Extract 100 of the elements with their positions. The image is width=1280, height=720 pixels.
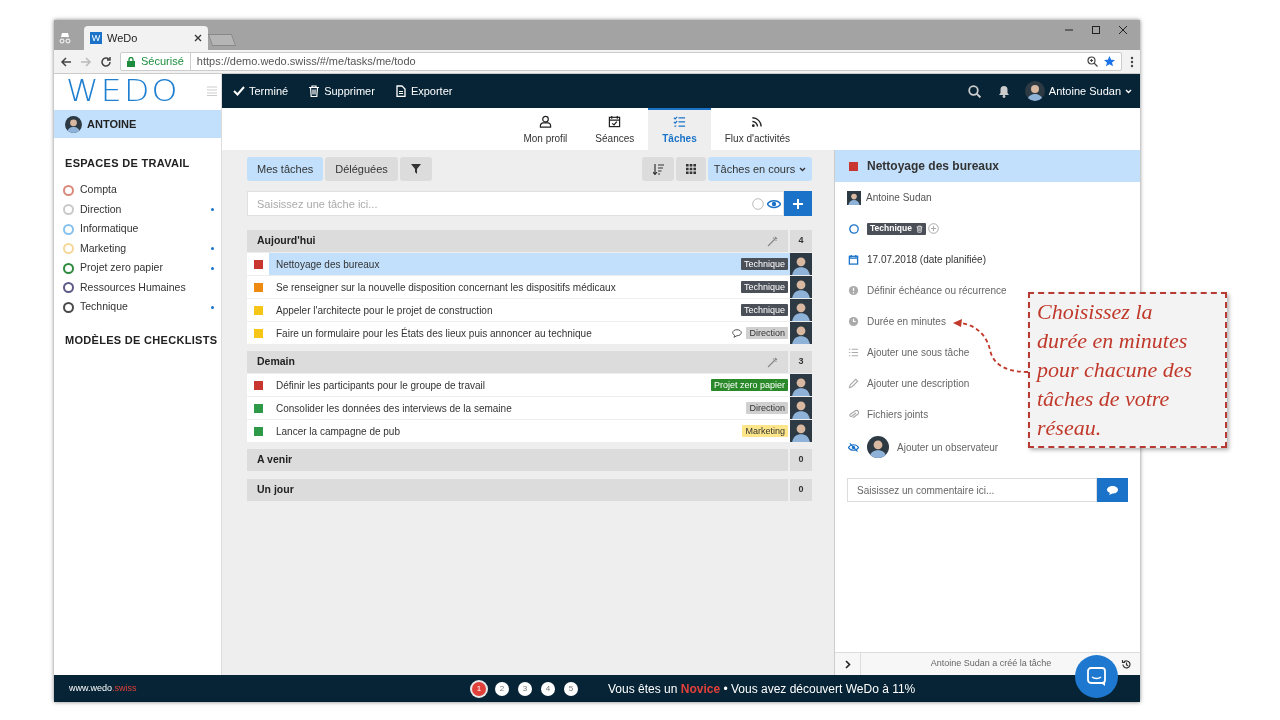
progress-message: Vous êtes un Novice • Vous avez découvert WeDo à 11% bbox=[608, 680, 916, 698]
bell-icon[interactable] bbox=[997, 84, 1010, 98]
group-header[interactable]: A venir bbox=[247, 449, 788, 471]
task-title: Nettoyage des bureaux bbox=[867, 158, 1000, 175]
task-row[interactable]: Nettoyage des bureaux Technique bbox=[269, 253, 790, 275]
task-title: Faire un formulaire pour les États des lieux puis annoncer au technique bbox=[276, 326, 592, 341]
tag: Technique bbox=[740, 304, 788, 316]
paperclip-icon bbox=[848, 409, 859, 420]
workspace-link[interactable]: Technique bbox=[80, 299, 128, 316]
workspace-link[interactable]: Marketing bbox=[80, 240, 127, 257]
wand-icon[interactable] bbox=[767, 356, 778, 368]
group-count: 4 bbox=[790, 230, 812, 252]
tab-title: WeDo bbox=[107, 30, 139, 46]
trash-icon[interactable] bbox=[915, 224, 923, 233]
filter-tab[interactable]: Déléguées bbox=[325, 157, 398, 181]
close-icon[interactable] bbox=[194, 34, 202, 42]
lock-icon bbox=[127, 56, 135, 67]
step-indicator: 2 bbox=[495, 681, 509, 696]
group-header[interactable]: Un jour bbox=[247, 479, 788, 501]
avatar bbox=[790, 253, 812, 275]
section-title: MODÈLES DE CHECKLISTS bbox=[65, 333, 219, 348]
zoom-icon[interactable] bbox=[1087, 56, 1098, 67]
calendar-icon bbox=[608, 115, 622, 128]
group-count: 0 bbox=[790, 479, 812, 501]
add-button[interactable] bbox=[784, 191, 812, 216]
nav-tab[interactable]: Séances bbox=[581, 108, 649, 150]
workspace-link[interactable]: Informatique bbox=[80, 221, 139, 238]
user-icon bbox=[538, 115, 552, 128]
task-title: Lancer la campagne de pub bbox=[276, 424, 400, 439]
circle-icon[interactable] bbox=[849, 223, 859, 234]
back-icon[interactable] bbox=[60, 55, 72, 68]
priority-square[interactable] bbox=[253, 380, 263, 390]
chevron-down-icon bbox=[1125, 88, 1132, 94]
toolbar-button[interactable]: Exporter bbox=[394, 82, 453, 100]
priority-square[interactable] bbox=[253, 426, 263, 436]
assignee-name: Antoine Sudan bbox=[866, 191, 932, 205]
step-indicator: 1 bbox=[472, 681, 486, 696]
tag: Marketing bbox=[742, 425, 788, 437]
history-icon[interactable] bbox=[1121, 658, 1132, 670]
workspace-link[interactable]: Projet zero papier bbox=[80, 260, 163, 277]
detail-field[interactable]: 17.07.2018 (date planifiée) bbox=[835, 244, 1140, 275]
toolbar-button[interactable]: Supprimer bbox=[308, 82, 375, 100]
favicon: W bbox=[90, 32, 102, 44]
group-count: 3 bbox=[790, 351, 812, 373]
reload-icon[interactable] bbox=[100, 55, 112, 68]
avatar bbox=[65, 115, 82, 133]
site-link[interactable]: www.wedo.swiss bbox=[69, 681, 137, 696]
user-menu[interactable]: Antoine Sudan bbox=[1024, 81, 1132, 101]
new-task-field[interactable]: Saisissez une tâche ici... bbox=[247, 191, 784, 216]
workspace-link[interactable]: Direction bbox=[80, 201, 122, 218]
task-title: Appeler l'architecte pour le projet de construction bbox=[276, 303, 493, 318]
status-dropdown[interactable]: Tâches en cours bbox=[708, 157, 812, 181]
close-icon[interactable] bbox=[1118, 25, 1128, 35]
priority-square[interactable] bbox=[253, 282, 263, 292]
tag: Projet zero papier bbox=[710, 379, 788, 391]
calendar-icon bbox=[848, 254, 859, 265]
filter-tab[interactable]: Mes tâches bbox=[247, 157, 324, 181]
task-title: Définir les participants pour le groupe de travail bbox=[276, 378, 485, 393]
alert-icon bbox=[848, 285, 859, 296]
workspace-link[interactable]: Ressources Humaines bbox=[80, 279, 186, 296]
priority-square[interactable] bbox=[253, 403, 263, 413]
nav-tab[interactable]: Tâches bbox=[648, 108, 711, 150]
task-title: Nettoyage des bureaux bbox=[276, 257, 380, 272]
menu-icon[interactable] bbox=[1130, 55, 1134, 68]
toolbar-button[interactable]: Terminé bbox=[233, 82, 289, 100]
feed-icon bbox=[750, 115, 764, 128]
step-indicator: 4 bbox=[541, 681, 555, 696]
filter-icon bbox=[410, 164, 421, 174]
tag-chip: Technique bbox=[867, 222, 926, 235]
priority-square[interactable] bbox=[253, 259, 263, 269]
eye-icon[interactable] bbox=[767, 199, 781, 209]
filter-button[interactable] bbox=[399, 157, 432, 181]
speech-bubble-icon bbox=[1107, 485, 1118, 495]
grid-button[interactable] bbox=[676, 157, 706, 181]
incognito-icon bbox=[58, 32, 72, 44]
nav-tab[interactable]: Mon profil bbox=[509, 108, 582, 150]
plus-icon bbox=[793, 198, 803, 209]
workspace-link[interactable]: Compta bbox=[80, 182, 117, 199]
avatar bbox=[867, 436, 889, 458]
address-bar[interactable]: Sécurisé https://demo.wedo.swiss/#/me/tasks/me/todo bbox=[120, 52, 1122, 71]
wand-icon[interactable] bbox=[767, 235, 778, 247]
comment-field[interactable]: Saisissez un commentaire ici... bbox=[847, 478, 1097, 502]
group-header[interactable]: Aujourd'hui bbox=[247, 230, 788, 252]
avatar bbox=[790, 420, 812, 442]
document-icon bbox=[394, 85, 407, 97]
chevron-right-icon bbox=[844, 659, 851, 669]
tag: Technique bbox=[740, 281, 788, 293]
new-tab-button[interactable] bbox=[207, 34, 237, 46]
logo: WEDO bbox=[66, 76, 180, 106]
user-row[interactable]: ANTOINE bbox=[54, 110, 221, 138]
star-icon[interactable] bbox=[1104, 56, 1115, 67]
group-header[interactable]: Demain bbox=[247, 351, 788, 373]
maximize-icon[interactable] bbox=[1091, 25, 1101, 35]
browser-tab[interactable]: W WeDo bbox=[84, 26, 208, 50]
search-icon[interactable] bbox=[967, 84, 981, 98]
task-title: Se renseigner sur la nouvelle disposition concernant les dispositifs médicaux bbox=[276, 280, 616, 295]
send-button[interactable] bbox=[1097, 478, 1128, 502]
nav-tab[interactable]: Flux d'activités bbox=[710, 108, 804, 150]
group-count: 0 bbox=[790, 449, 812, 471]
avatar bbox=[790, 374, 812, 396]
